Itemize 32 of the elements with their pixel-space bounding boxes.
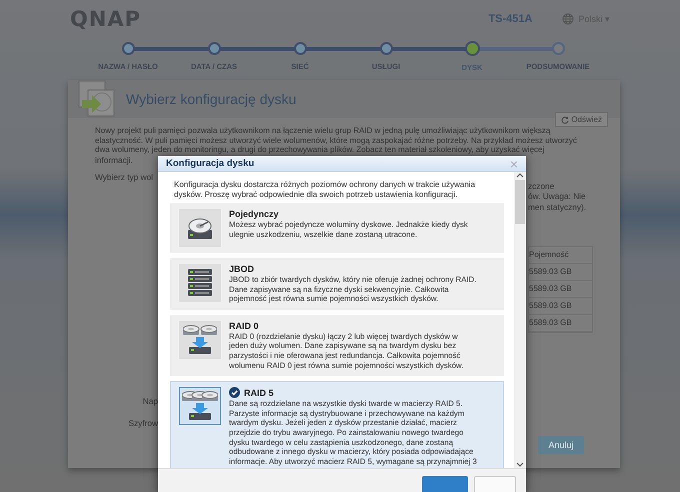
option-title: JBOD [229,264,254,274]
close-button[interactable]: × [510,156,518,170]
table-cell: 5589.03 GB [529,298,592,315]
dialog-description: Konfiguracja dysku dostarcza różnych poziomów ochrony danych w trakcie używania dysków. Proszę wybrać odpowiednie dla swoich potrzeb ustawienia konfiguracji. [174,180,476,200]
refresh-icon [561,116,570,124]
column-header: Pojemność [529,247,592,264]
check-icon [229,387,240,398]
intro-paragraph: Nowy projekt puli pamięci pozwala użytkownikom na łączenie wielu grup RAID w jedną pulę umożliwiając użytkownikom większą elastyczność. W puli pamięci możesz utworzyć wiele wolumenów, które mogą zaspokajać różne potrzeby. Na przykład możesz utworzyć dwa wolumeny, jeden do monitoringu, a drugi do przechowywania plików. Zobacz ten materiał szkoleniowy, aby uzyskać więcej [94,126,578,154]
instruction-text: Wybierz typ wol [95,172,154,182]
description-text: ów. Uwaga: Nie [528,191,587,202]
scrollbar-thumb[interactable] [515,180,525,224]
description-text: men statyczny). [528,202,588,212]
disk-array-icon [182,391,218,422]
page-title: Wybierz konfigurację dysku [126,91,296,107]
scroll-down-icon[interactable] [516,462,524,468]
form-label: Nap [142,396,158,406]
option-title: RAID 5 [244,388,274,398]
disk-stack-icon [187,268,213,298]
option-title: Pojedynczy [229,209,279,219]
form-label: Szyfrow [128,418,158,428]
scroll-up-icon[interactable] [516,172,524,178]
option-title: RAID 0 [229,320,259,331]
dialog-title: Konfiguracja dysku [166,158,254,169]
intro-text: informacji. [95,154,134,165]
cancel-button[interactable]: Anuluj [538,436,584,454]
refresh-button[interactable]: Odśwież [555,112,608,127]
description-text: zczone [528,180,556,191]
table-cell: 5589.03 GB [529,264,592,281]
table-cell: 5589.03 GB [529,281,592,298]
disk-array-icon [183,324,217,355]
table-cell: 5589.03 GB [529,315,592,332]
option-card[interactable] [170,381,504,468]
